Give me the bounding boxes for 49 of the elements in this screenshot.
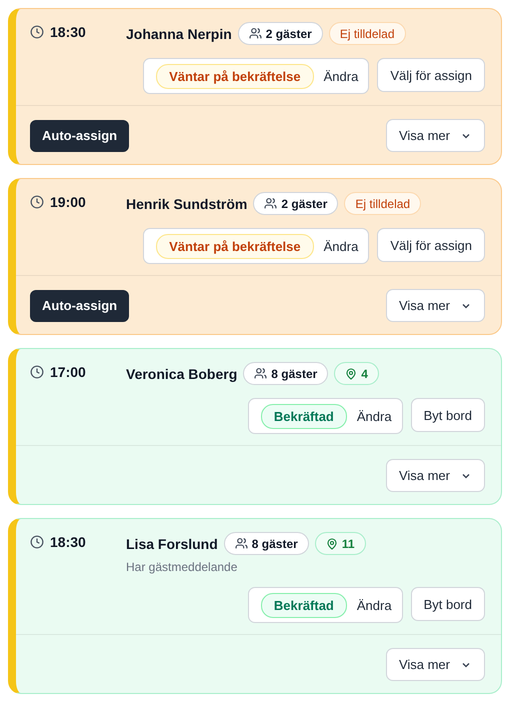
guest-count: 8 gäster — [271, 366, 318, 380]
people-icon — [248, 27, 262, 40]
guest-count: 2 gäster — [281, 196, 328, 210]
clock-icon — [30, 195, 44, 209]
change-button[interactable]: Ändra — [320, 68, 362, 84]
action-button[interactable]: Välj för assign — [377, 228, 485, 262]
show-more-button[interactable]: Visa mer — [386, 459, 485, 492]
location-pin-icon — [326, 538, 338, 550]
action-button[interactable]: Byt bord — [410, 587, 485, 621]
guest-name: Henrik Sundström — [126, 196, 248, 212]
change-button[interactable]: Ändra — [352, 598, 396, 612]
table-number: 4 — [361, 366, 368, 380]
guest-count: 2 gäster — [266, 26, 312, 40]
clock-icon — [30, 365, 44, 379]
change-button[interactable]: Ändra — [352, 408, 396, 424]
unassigned-badge: Ej tilldelad — [328, 22, 406, 45]
people-icon — [254, 367, 268, 380]
show-more-button[interactable]: Visa mer — [386, 289, 485, 322]
auto-assign-button[interactable]: Auto-assign — [30, 290, 130, 322]
guest-name: Lisa Forslund — [126, 536, 218, 552]
unassigned-badge: Ej tilldelad — [344, 192, 422, 215]
status-badge: Väntar på bekräftelse — [156, 234, 314, 258]
show-more-button[interactable]: Visa mer — [386, 119, 485, 152]
action-button[interactable]: Byt bord — [410, 398, 485, 432]
change-button[interactable]: Ändra — [320, 238, 362, 254]
location-pin-icon — [345, 368, 358, 380]
guest-name: Veronica Boberg — [126, 366, 238, 382]
reservation-time: 17:00 — [50, 364, 86, 380]
guest-message-note: Har gästmeddelande — [126, 560, 238, 574]
status-control[interactable]: Bekräftad Ändra — [248, 398, 403, 434]
status-control[interactable]: Väntar på bekräftelse Ändra — [143, 228, 370, 264]
reservation-time: 18:30 — [50, 534, 86, 550]
people-icon — [234, 537, 248, 550]
reservation-time: 19:00 — [50, 194, 86, 210]
people-icon — [264, 197, 278, 210]
guest-count: 8 gäster — [252, 536, 298, 550]
reservation-time: 18:30 — [50, 24, 86, 40]
status-badge: Bekräftad — [260, 592, 347, 618]
auto-assign-button[interactable]: Auto-assign — [30, 120, 130, 152]
clock-icon — [30, 25, 44, 39]
guest-name: Johanna Nerpin — [126, 26, 232, 42]
status-control[interactable]: Bekräftad Ändra — [248, 587, 403, 623]
clock-icon — [30, 535, 44, 549]
action-button[interactable]: Välj för assign — [377, 58, 485, 92]
status-badge: Bekräftad — [260, 404, 347, 428]
table-number: 11 — [342, 536, 355, 550]
status-control[interactable]: Väntar på bekräftelse Ändra — [143, 58, 370, 94]
show-more-button[interactable]: Visa mer — [386, 648, 485, 681]
status-badge: Väntar på bekräftelse — [156, 64, 314, 88]
